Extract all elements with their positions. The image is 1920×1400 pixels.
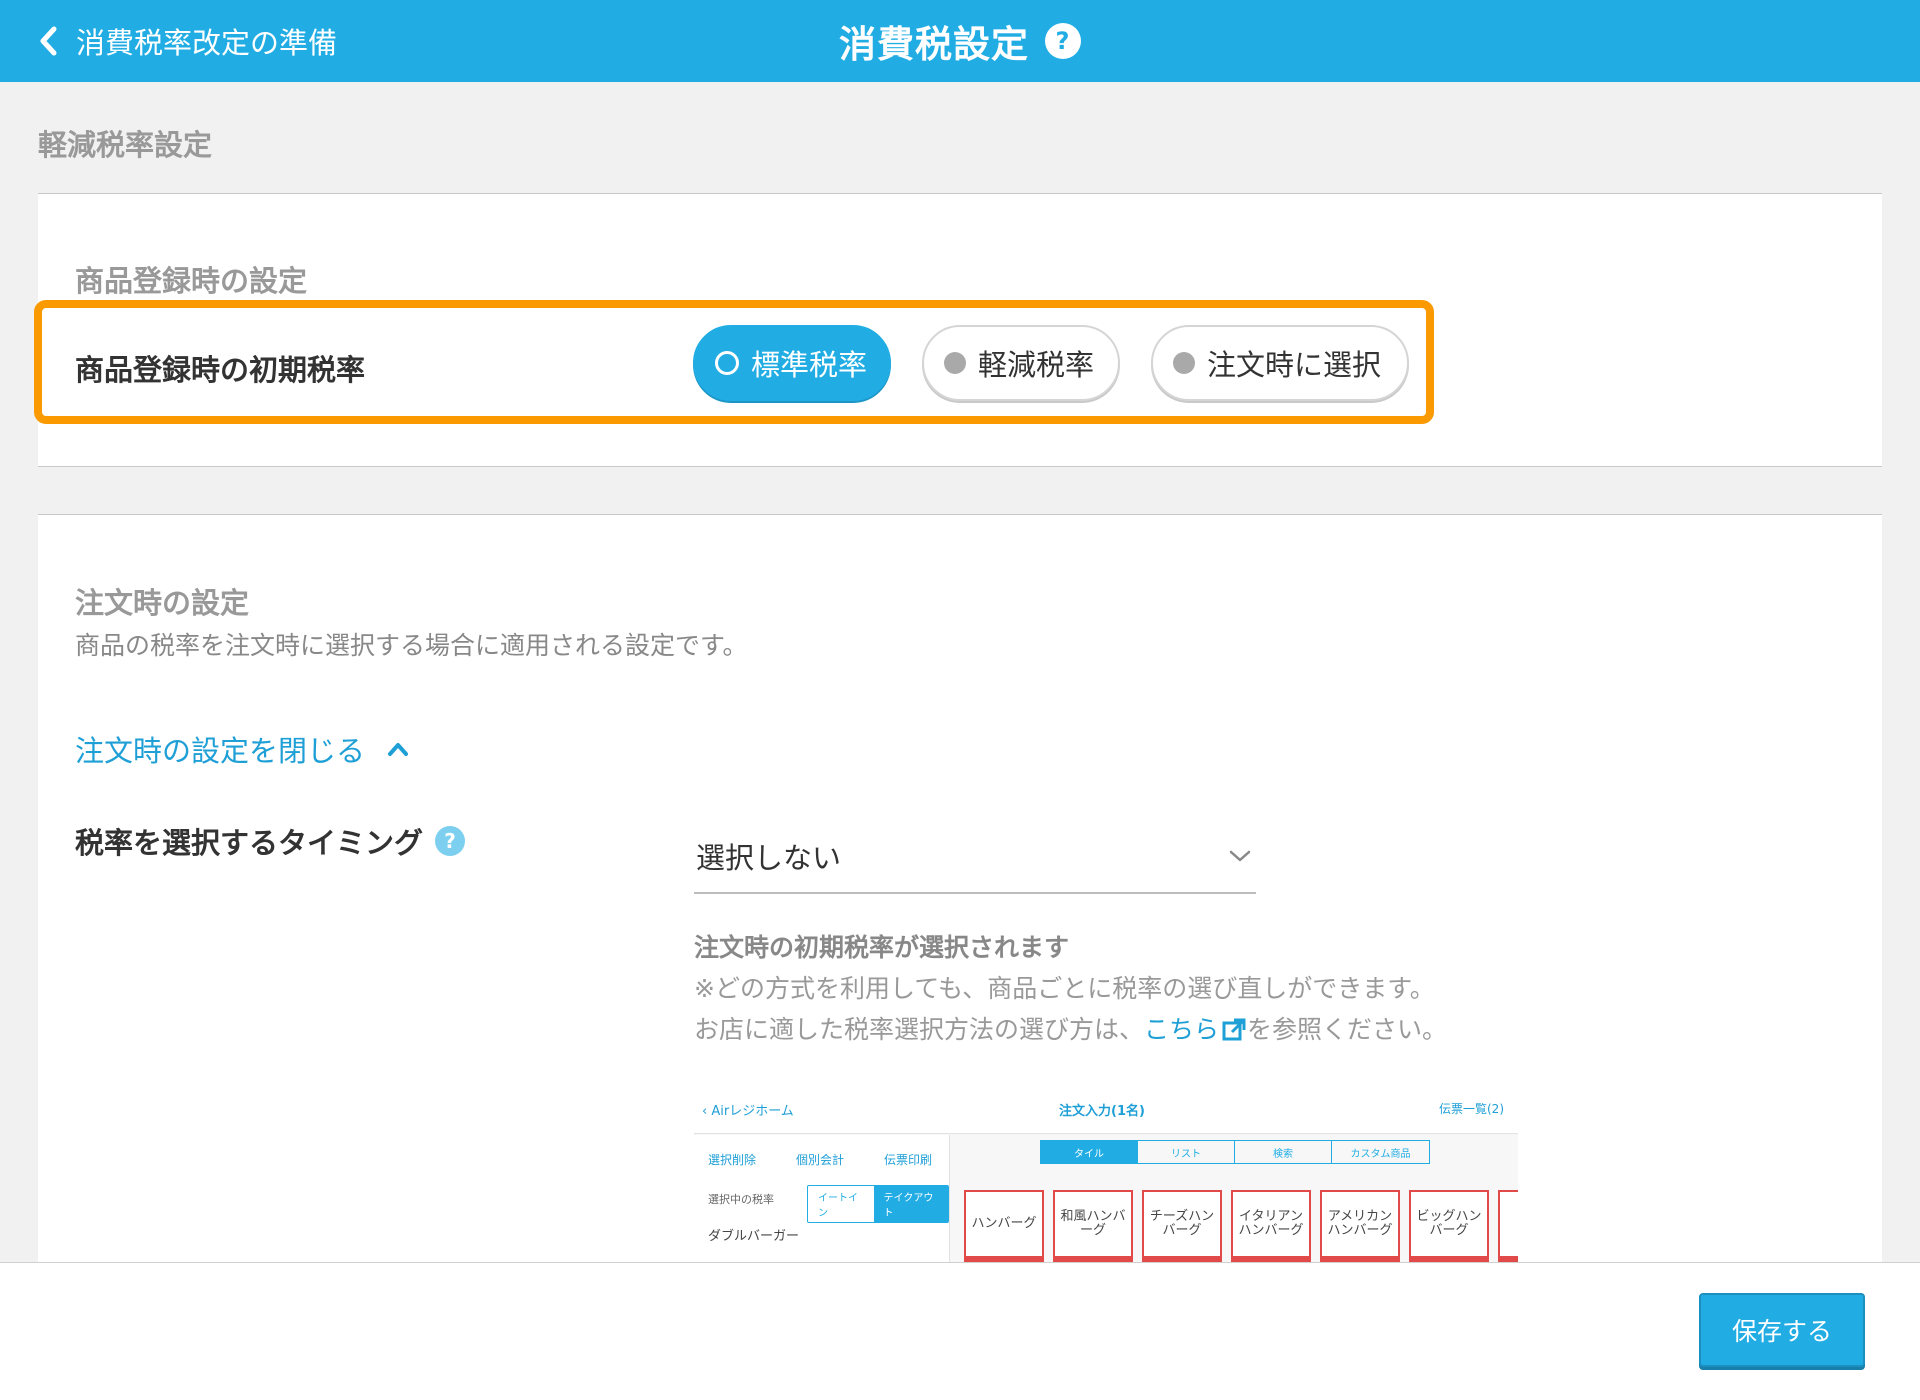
preview-action: 選択削除 bbox=[708, 1153, 757, 1167]
page-title-wrap: 消費税設定 ? bbox=[0, 14, 1920, 68]
collapse-order-settings-link[interactable]: 注文時の設定を閉じる bbox=[75, 728, 409, 770]
preview-tab: タイル bbox=[1041, 1141, 1138, 1163]
timing-label-wrap: 税率を選択するタイミング ? bbox=[75, 820, 466, 862]
radio-reduced-rate[interactable]: 軽減税率 bbox=[922, 325, 1120, 401]
preview-rate-toggle: イートイン テイクアウト bbox=[807, 1185, 949, 1223]
app-header: 消費税率改定の準備 消費税設定 ? bbox=[0, 0, 1920, 82]
preview-seg-item: テイクアウト bbox=[873, 1186, 948, 1222]
timing-select[interactable]: 選択しない bbox=[694, 820, 1256, 894]
chevron-up-icon bbox=[388, 743, 409, 756]
page-title: 消費税設定 bbox=[839, 23, 1029, 66]
preview-rate-label: 選択中の税率 bbox=[708, 1193, 774, 1206]
section-heading: 軽減税率設定 bbox=[38, 128, 213, 162]
order-settings-heading: 注文時の設定 bbox=[75, 586, 250, 620]
preview-seg-item: イートイン bbox=[818, 1193, 858, 1219]
order-settings-description: 商品の税率を注文時に選択する場合に適用される設定です。 bbox=[75, 631, 748, 660]
preview-tile: ビッグハンバーグ bbox=[1409, 1190, 1489, 1262]
reference-link[interactable]: こちら bbox=[1144, 1009, 1247, 1050]
preview-tabs: タイル リスト 検索 カスタム商品 bbox=[1040, 1140, 1430, 1164]
preview-action: 伝票印刷 bbox=[884, 1153, 933, 1167]
preview-slip-list: 伝票一覧(2) bbox=[1439, 1102, 1504, 1116]
preview-home-link: ‹ Airレジホーム bbox=[702, 1104, 794, 1119]
preview-tile: ハンバーグ bbox=[964, 1190, 1044, 1262]
reference-link-label: こちら bbox=[1144, 1015, 1220, 1044]
initial-tax-rate-label: 商品登録時の初期税率 bbox=[75, 353, 366, 387]
preview-tile: 激 bbox=[1498, 1190, 1518, 1262]
radio-checked-icon bbox=[715, 351, 739, 375]
external-link-icon bbox=[1222, 1018, 1246, 1040]
chevron-down-icon bbox=[1229, 850, 1251, 862]
timing-select-value: 選択しない bbox=[696, 841, 842, 875]
preview-tiles: ハンバーグ 和風ハンバーグ チーズハンバーグ イタリアンハンバーグ アメリカンハ… bbox=[964, 1190, 1518, 1262]
radio-unchecked-icon bbox=[944, 352, 966, 374]
order-screen-preview-image: ‹ Airレジホーム 注文入力(1名) 伝票一覧(2) 選択削除 個別会計 伝票… bbox=[694, 1078, 1518, 1274]
info-line-2-before: お店に適した税率選択方法の選び方は、 bbox=[694, 1015, 1145, 1044]
footer-bar: 保存する bbox=[0, 1262, 1920, 1400]
preview-tile: チーズハンバーグ bbox=[1142, 1190, 1222, 1262]
radio-label: 注文時に選択 bbox=[1207, 348, 1382, 382]
radio-label: 標準税率 bbox=[751, 348, 868, 382]
radio-select-at-order[interactable]: 注文時に選択 bbox=[1151, 325, 1409, 401]
preview-tile: 和風ハンバーグ bbox=[1053, 1190, 1133, 1262]
preview-tile: アメリカンハンバーグ bbox=[1320, 1190, 1400, 1262]
radio-standard-rate[interactable]: 標準税率 bbox=[693, 325, 891, 401]
info-line-2: お店に適した税率選択方法の選び方は、 こちら を参照ください。 bbox=[694, 1009, 1447, 1050]
timing-info: 注文時の初期税率が選択されます ※どの方式を利用しても、商品ごとに税率の選び直し… bbox=[694, 927, 1447, 1050]
save-button[interactable]: 保存する bbox=[1699, 1293, 1865, 1367]
collapse-link-label: 注文時の設定を閉じる bbox=[75, 734, 366, 768]
preview-top-bar: ‹ Airレジホーム 注文入力(1名) 伝票一覧(2) bbox=[694, 1078, 1518, 1134]
preview-tile: イタリアンハンバーグ bbox=[1231, 1190, 1311, 1262]
help-icon[interactable]: ? bbox=[1045, 23, 1081, 59]
preview-tab: 検索 bbox=[1235, 1141, 1332, 1163]
info-line-2-after: を参照ください。 bbox=[1247, 1015, 1448, 1044]
preview-title: 注文入力(1名) bbox=[1059, 1104, 1145, 1119]
info-title: 注文時の初期税率が選択されます bbox=[694, 933, 1070, 962]
preview-left-pane: 選択削除 個別会計 伝票印刷 選択中の税率 イートイン テイクアウト ダブルバー… bbox=[694, 1135, 950, 1274]
timing-label: 税率を選択するタイミング bbox=[75, 826, 424, 860]
help-icon[interactable]: ? bbox=[435, 826, 466, 856]
radio-unchecked-icon bbox=[1173, 352, 1195, 374]
radio-label: 軽減税率 bbox=[978, 348, 1095, 382]
product-settings-heading: 商品登録時の設定 bbox=[75, 264, 308, 298]
preview-item: ダブルバーガー bbox=[708, 1229, 800, 1244]
preview-tab: リスト bbox=[1138, 1141, 1235, 1163]
info-line-1: ※どの方式を利用しても、商品ごとに税率の選び直しができます。 bbox=[694, 974, 1435, 1003]
preview-tab: カスタム商品 bbox=[1350, 1148, 1411, 1160]
preview-actions: 選択削除 個別会計 伝票印刷 bbox=[708, 1151, 932, 1168]
preview-action: 個別会計 bbox=[796, 1153, 845, 1167]
